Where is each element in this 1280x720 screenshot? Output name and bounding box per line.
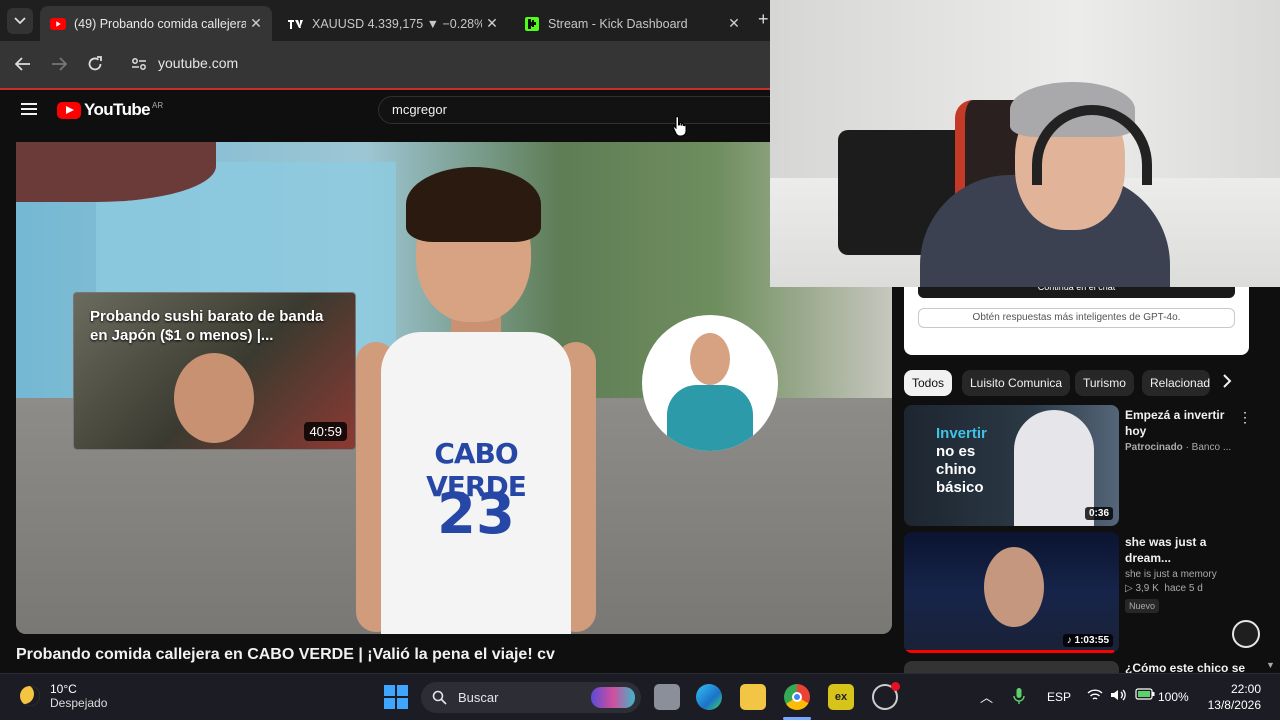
jersey-number: 23 <box>437 482 515 547</box>
endscreen-card-title: Probando sushi barato de banda en Japón … <box>90 308 324 344</box>
address-bar-row: youtube.com <box>0 41 770 88</box>
tradingview-icon <box>288 16 304 32</box>
chip-turismo[interactable]: Turismo <box>1075 370 1134 396</box>
region-code: AR <box>152 100 164 110</box>
chip-luisito[interactable]: Luisito Comunica <box>962 370 1071 396</box>
volume-icon[interactable] <box>1110 688 1128 705</box>
tab-search-button[interactable] <box>7 8 33 34</box>
new-badge: Nuevo <box>1125 599 1160 613</box>
chip-relacionados[interactable]: Relacionad <box>1142 370 1210 396</box>
youtube-header: YouTube AR mcgregor <box>0 90 778 142</box>
duration-badge: 0:36 <box>1084 507 1113 520</box>
hand-cursor-icon <box>672 115 687 137</box>
chat-extension-box: Continúa en el chat Obtén respuestas más… <box>904 287 1249 355</box>
windows-start-icon[interactable] <box>383 684 409 710</box>
endscreen-channel-avatar[interactable] <box>642 315 778 451</box>
weather-desc: Despejado <box>50 696 108 710</box>
video-host: CABO VERDE 23 <box>351 167 611 634</box>
edge-icon[interactable] <box>696 684 722 710</box>
recommendation-thumbnail[interactable]: ♪ 1:03:55 <box>904 532 1119 653</box>
video-player[interactable]: CABO VERDE 23 Probando sushi barato de b… <box>16 142 892 634</box>
reload-icon[interactable] <box>85 54 105 74</box>
duration-badge: ♪ 1:03:55 <box>1062 634 1113 647</box>
tab-title: (49) Probando comida callejera en <box>74 16 246 31</box>
tab-tradingview[interactable]: XAUUSD 4.339,175 ▼ −0.28% S ✕ <box>278 6 508 41</box>
taskbar-search[interactable]: Buscar <box>421 682 641 713</box>
close-tab-icon[interactable]: ✕ <box>724 15 744 32</box>
tab-youtube[interactable]: (49) Probando comida callejera en ✕ <box>40 6 272 41</box>
microphone-icon[interactable] <box>1013 687 1025 708</box>
exness-icon[interactable]: ex <box>828 684 854 710</box>
chevron-right-icon[interactable] <box>1222 374 1232 393</box>
search-input[interactable]: mcgregor <box>378 96 778 124</box>
search-highlight-icon <box>591 687 635 708</box>
menu-icon[interactable] <box>21 103 37 115</box>
file-explorer-icon[interactable] <box>740 684 766 710</box>
tab-title: Stream - Kick Dashboard <box>548 16 688 31</box>
video-title: Probando comida callejera en CABO VERDE … <box>16 646 555 663</box>
screen: (49) Probando comida callejera en ✕ XAUU… <box>0 0 1280 720</box>
recommendation-thumbnail[interactable]: Invertir no es chino básico 0:36 <box>904 405 1119 526</box>
battery-icon[interactable] <box>1135 688 1155 703</box>
youtube-play-icon <box>57 101 81 119</box>
task-view-icon[interactable] <box>654 684 680 710</box>
recommendation-title[interactable]: Empezá a invertir hoy <box>1125 407 1245 439</box>
system-clock[interactable]: 22:00 13/8/2026 <box>1204 681 1261 713</box>
recommendation-thumbnail[interactable] <box>904 661 1119 673</box>
continue-chat-button[interactable]: Continúa en el chat <box>918 287 1235 298</box>
close-tab-icon[interactable]: ✕ <box>246 15 266 32</box>
moon-icon <box>20 686 40 706</box>
forward-icon[interactable] <box>49 54 69 74</box>
language-indicator[interactable]: ESP <box>1047 690 1071 704</box>
more-options-icon[interactable]: ⋮ <box>1238 409 1252 426</box>
webcam-overlay <box>770 0 1280 287</box>
tray-chevron-icon[interactable]: ︿ <box>980 687 993 706</box>
watch-progress-bar <box>904 650 1114 653</box>
chip-todos[interactable]: Todos <box>904 370 953 396</box>
close-tab-icon[interactable]: ✕ <box>482 15 502 32</box>
endscreen-card-duration: 40:59 <box>304 422 347 441</box>
chevron-down-icon <box>14 17 26 25</box>
youtube-logo-text: YouTube <box>84 100 151 119</box>
url-field[interactable]: youtube.com <box>158 55 238 71</box>
wifi-icon[interactable] <box>1087 688 1103 705</box>
taskbar: 10°C Despejado Buscar ex ︿ ESP 100% 22:0… <box>0 673 1280 720</box>
recommendation-stats: ▷ 3,9 K hace 5 d <box>1125 583 1203 594</box>
filter-chips: Todos Luisito Comunica Turismo Relaciona… <box>904 370 1244 396</box>
recommendation-title[interactable]: she was just a dream... <box>1125 534 1245 566</box>
chatgpt-app-icon[interactable] <box>872 682 900 710</box>
battery-percent: 100% <box>1158 690 1189 704</box>
new-tab-button[interactable]: + <box>758 9 769 30</box>
clock-time: 22:00 <box>1230 682 1261 696</box>
chatgpt-icon[interactable] <box>1232 620 1260 648</box>
clock-date: 13/8/2026 <box>1207 698 1261 712</box>
thumbnail-text: Invertir no es chino básico <box>936 425 987 496</box>
kick-icon <box>524 16 540 32</box>
tab-title: XAUUSD 4.339,175 ▼ −0.28% S <box>312 16 482 31</box>
back-icon[interactable] <box>13 54 33 74</box>
recommendation-channel: Patrocinado · Banco ... <box>1125 442 1232 453</box>
tab-kick[interactable]: Stream - Kick Dashboard ✕ <box>514 6 750 41</box>
youtube-logo[interactable]: YouTube AR <box>57 100 163 120</box>
recommendation-item[interactable]: ♪ 1:03:55 she was just a dream... she is… <box>904 532 1264 654</box>
weather-widget[interactable]: 10°C Despejado <box>20 682 107 710</box>
youtube-icon <box>50 16 66 32</box>
endscreen-video-card[interactable]: Probando sushi barato de banda en Japón … <box>73 292 356 450</box>
chrome-icon[interactable] <box>784 684 810 710</box>
scroll-down-icon[interactable]: ▼ <box>1266 660 1275 670</box>
site-settings-icon[interactable] <box>129 54 149 74</box>
gpt-upgrade-button[interactable]: Obtén respuestas más inteligentes de GPT… <box>918 308 1235 328</box>
recommendation-channel: she is just a memory <box>1125 569 1217 580</box>
browser-tab-bar: (49) Probando comida callejera en ✕ XAUU… <box>0 0 770 41</box>
recommendation-item[interactable]: Invertir no es chino básico 0:36 Empezá … <box>904 405 1264 527</box>
taskbar-search-placeholder: Buscar <box>458 690 499 705</box>
weather-temp: 10°C <box>50 682 77 696</box>
search-icon <box>432 690 447 705</box>
search-query: mcgregor <box>392 102 447 117</box>
